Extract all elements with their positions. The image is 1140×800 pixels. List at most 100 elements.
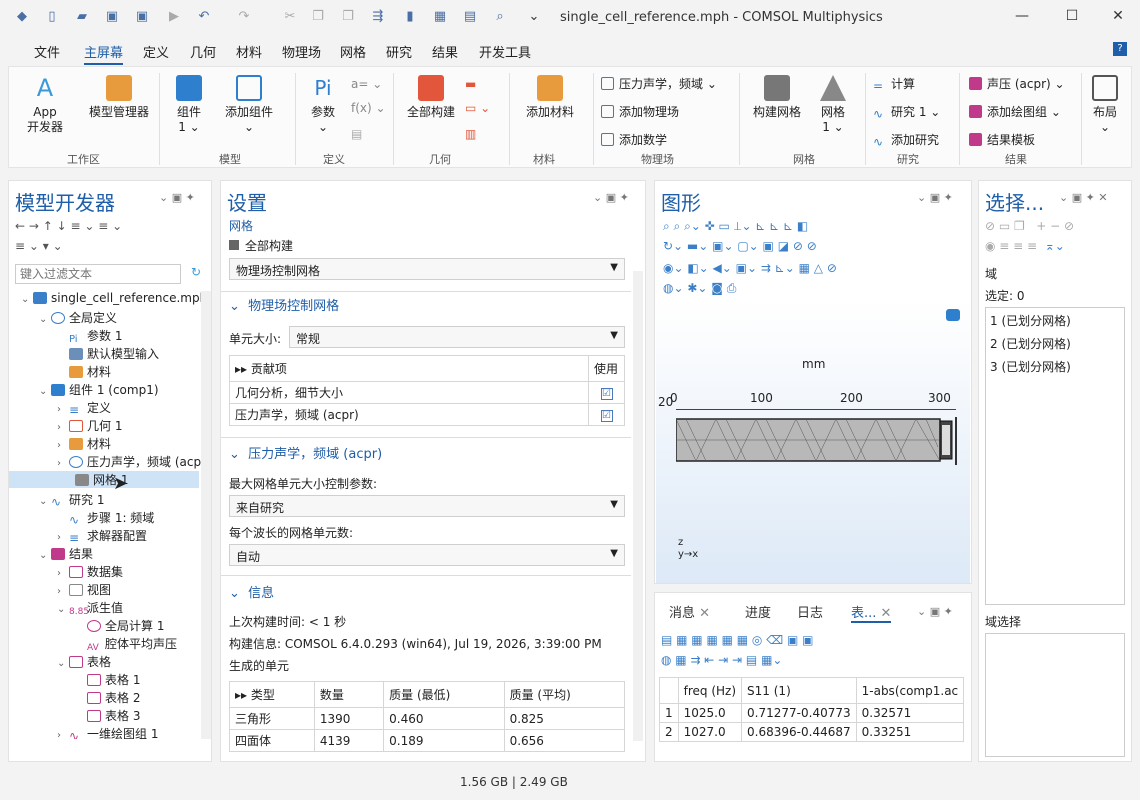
tree-node-datasets[interactable]: › 数据集 xyxy=(57,563,123,580)
snapshot-toolbar[interactable]: ◍⌄ ✱⌄ ◙ ⎙ xyxy=(663,281,736,297)
tree-node-global-defs[interactable]: ⌄ 全局定义 xyxy=(39,309,117,326)
work-plane-icon[interactable]: ▥ xyxy=(465,127,476,141)
element-size-select[interactable]: 常规 ▼ xyxy=(289,326,625,348)
tree-node-component[interactable]: ⌄ 组件 1 (comp1) xyxy=(39,381,159,398)
build-all-button[interactable]: 全部构建 xyxy=(229,237,293,254)
select-icon[interactable]: ▦ xyxy=(432,9,448,25)
add-plot-group-button[interactable]: 添加绘图组 ⌄ xyxy=(969,103,1061,120)
new-file-icon[interactable]: ▯ xyxy=(44,9,60,25)
help-icon[interactable]: ? xyxy=(1113,42,1127,56)
tree-node-global-eval[interactable]: 全局计算 1 xyxy=(87,617,164,634)
tree-node-materials-global[interactable]: 材料 xyxy=(69,363,111,380)
selection-toolbar-2[interactable]: ◉ ≡ ≡ ≡ ⌅⌄ xyxy=(985,239,1065,255)
save-as-icon[interactable]: ▣ xyxy=(134,9,150,25)
undo-icon[interactable]: ↶ xyxy=(196,9,212,25)
use-checkbox[interactable]: ☑ xyxy=(600,410,613,422)
build-all-geometry-button[interactable]: 全部构建 xyxy=(401,75,461,120)
list-item[interactable]: 2 (已划分网格) xyxy=(990,335,1120,352)
add-math-button[interactable]: 添加数学 xyxy=(601,131,667,148)
zoom-extents-icon[interactable]: ▤ xyxy=(462,9,478,25)
plot-group-acpr-button[interactable]: 声压 (acpr) ⌄ xyxy=(969,75,1065,92)
tree-node-definitions[interactable]: › ≡ 定义 xyxy=(57,399,111,417)
menu-home[interactable]: 主屏幕 xyxy=(84,42,124,65)
add-study-button[interactable]: ∿ 添加研究 xyxy=(873,131,939,149)
variables-icon[interactable]: a= ⌄ xyxy=(351,77,382,91)
menu-materials[interactable]: 材料 xyxy=(236,42,262,61)
add-component-button[interactable]: 添加组件 ⌄ xyxy=(215,75,283,135)
tree-node-default-inputs[interactable]: 默认模型输入 xyxy=(69,345,159,362)
close-icon[interactable]: ✕ xyxy=(881,606,892,621)
tab-progress[interactable]: 进度 xyxy=(745,602,771,621)
tree-node-solver[interactable]: › ≡ 求解器配置 xyxy=(57,527,147,545)
mesh1-button[interactable]: 网格 1 ⌄ xyxy=(813,75,853,135)
tree-node-views[interactable]: › 视图 xyxy=(57,581,111,598)
results-template-button[interactable]: 结果模板 xyxy=(969,131,1035,148)
tree-scrollbar[interactable] xyxy=(201,291,211,739)
use-checkbox[interactable]: ☑ xyxy=(600,388,613,400)
menu-study[interactable]: 研究 xyxy=(386,42,412,61)
tree-node-root[interactable]: ⌄ single_cell_reference.mph xyxy=(21,291,207,305)
panel-controls[interactable]: ⌄ ▣ ✦ xyxy=(917,605,953,618)
tree-node-1d-plot[interactable]: › ∿ 一维绘图组 1 xyxy=(57,725,158,739)
domain-selection-list[interactable] xyxy=(985,633,1125,757)
tree-toolbar[interactable]: ← → ↑ ↓ ≡ ⌄ ≡ ⌄ xyxy=(15,219,122,235)
list-item[interactable]: 1 (已划分网格) xyxy=(990,312,1120,329)
tree-node-tables[interactable]: ⌄ 表格 xyxy=(57,653,111,670)
menu-physics[interactable]: 物理场 xyxy=(282,42,321,61)
tree-node-mesh[interactable]: 网格 1 xyxy=(9,471,199,488)
per-wavelength-select[interactable]: 自动 ▼ xyxy=(229,544,625,566)
tree-node-params[interactable]: Pi 参数 1 xyxy=(69,327,122,346)
tree-node-geometry[interactable]: › 几何 1 xyxy=(57,417,122,434)
import-icon[interactable]: ▬ xyxy=(465,77,476,91)
customize-chevron-icon[interactable]: ⌄ xyxy=(526,9,542,25)
panel-controls[interactable]: ⌄ ▣ ✦ xyxy=(917,191,953,204)
close-icon[interactable]: ✕ xyxy=(699,606,710,621)
menu-mesh[interactable]: 网格 xyxy=(340,42,366,61)
find-icon[interactable]: ⌕ xyxy=(492,9,508,25)
zoom-toolbar[interactable]: ⌕ ⌕ ⌕⌄ ✜ ▭ ⟂⌄ ⊾ ⊾ ⊾ ◧ xyxy=(663,219,808,235)
panel-controls[interactable]: ⌄ ▣ ✦ ✕ xyxy=(1059,191,1108,204)
tree-node-derived[interactable]: ⌄ 8.85派生值 xyxy=(57,599,123,619)
tree-node-table2[interactable]: 表格 2 xyxy=(87,689,140,706)
minimize-button[interactable]: — xyxy=(1012,8,1032,28)
list-item[interactable]: 3 (已划分网格) xyxy=(990,358,1120,375)
tree-node-acpr[interactable]: › 压力声学，频域 (acpr) xyxy=(57,453,211,470)
section-physics-controlled[interactable]: ⌄ 物理场控制网格 xyxy=(229,295,339,314)
build-mesh-button[interactable]: 构建网格 xyxy=(747,75,807,120)
maximize-button[interactable]: ☐ xyxy=(1062,8,1082,28)
panel-controls[interactable]: ⌄ ▣ ✦ xyxy=(593,191,629,204)
tree-node-avg-pressure[interactable]: AV 腔体平均声压 xyxy=(87,635,177,655)
selection-list[interactable]: 1 (已划分网格) 2 (已划分网格) 3 (已划分网格) xyxy=(985,307,1125,605)
sequence-type-select[interactable]: 物理场控制网格 ▼ xyxy=(229,258,625,280)
view-toolbar[interactable]: ↻⌄ ▬⌄ ▣⌄ ▢⌄ ▣ ◪ ⊘ ⊘ xyxy=(663,239,817,255)
parameter-case-icon[interactable]: ▤ xyxy=(351,127,362,141)
functions-icon[interactable]: f(x) ⌄ xyxy=(351,101,386,115)
run-icon[interactable]: ▶ xyxy=(166,9,182,25)
table-toolbar-2[interactable]: ◍ ▦ ⇉ ⇤ ⇥ ⇥ ▤ ▦⌄ xyxy=(661,653,782,669)
close-button[interactable]: ✕ xyxy=(1108,8,1128,28)
tree-node-step1[interactable]: ∿ 步骤 1: 频域 xyxy=(69,509,154,527)
section-info[interactable]: ⌄ 信息 xyxy=(229,582,274,601)
tab-table[interactable]: 表... ✕ xyxy=(851,602,892,623)
graphics-canvas[interactable]: mm 0 100 200 300 20 z y→x xyxy=(656,301,970,583)
menu-definitions[interactable]: 定义 xyxy=(143,42,169,61)
tree-node-results[interactable]: ⌄ 结果 xyxy=(39,545,93,562)
paste-icon[interactable]: ❐ xyxy=(340,9,356,25)
redo-icon[interactable]: ↷ xyxy=(236,9,252,25)
tree-node-study[interactable]: ⌄ ∿ 研究 1 xyxy=(39,491,104,509)
clipboard-icon[interactable]: ▮ xyxy=(402,9,418,25)
tree-toolbar-2[interactable]: ≡ ⌄ ▾ ⌄ xyxy=(15,239,63,255)
component-button[interactable]: 组件 1 ⌄ xyxy=(169,75,209,135)
section-acpr[interactable]: ⌄ 压力声学，频域 (acpr) xyxy=(229,443,382,462)
settings-scrollbar[interactable] xyxy=(633,271,643,741)
menu-geometry[interactable]: 几何 xyxy=(190,42,216,61)
physics-interface-select[interactable]: 压力声学，频域 ⌄ xyxy=(601,75,717,92)
add-physics-button[interactable]: 添加物理场 xyxy=(601,103,679,120)
tree-node-table3[interactable]: 表格 3 xyxy=(87,707,140,724)
model-manager-button[interactable]: 模型管理器 xyxy=(79,75,159,120)
layout-button[interactable]: 布局 ⌄ xyxy=(1085,75,1125,135)
geometry-shapes-icon[interactable]: ▭ ⌄ xyxy=(465,101,490,115)
panel-controls[interactable]: ⌄ ▣ ✦ xyxy=(159,191,195,204)
tab-messages[interactable]: 消息 ✕ xyxy=(669,602,710,621)
open-folder-icon[interactable]: ▰ xyxy=(74,9,90,25)
